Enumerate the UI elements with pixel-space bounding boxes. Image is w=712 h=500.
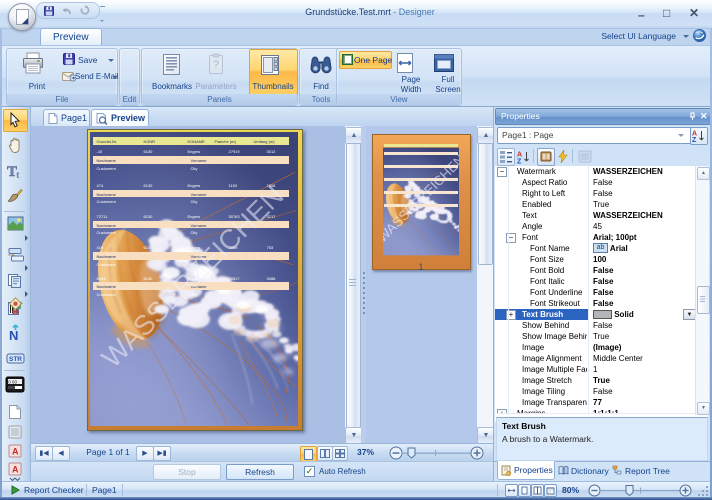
svg-text:STR: STR: [9, 356, 22, 363]
svg-text:A: A: [517, 152, 522, 159]
svg-text:A: A: [12, 447, 19, 457]
svg-text:Z: Z: [692, 137, 697, 143]
svg-text:Z: Z: [517, 159, 522, 165]
svg-text:A: A: [12, 465, 19, 475]
svg-text:t: t: [16, 169, 20, 180]
svg-text:0 60: 0 60: [8, 379, 17, 384]
svg-text:?: ?: [213, 59, 219, 71]
svg-text:N: N: [9, 328, 18, 341]
